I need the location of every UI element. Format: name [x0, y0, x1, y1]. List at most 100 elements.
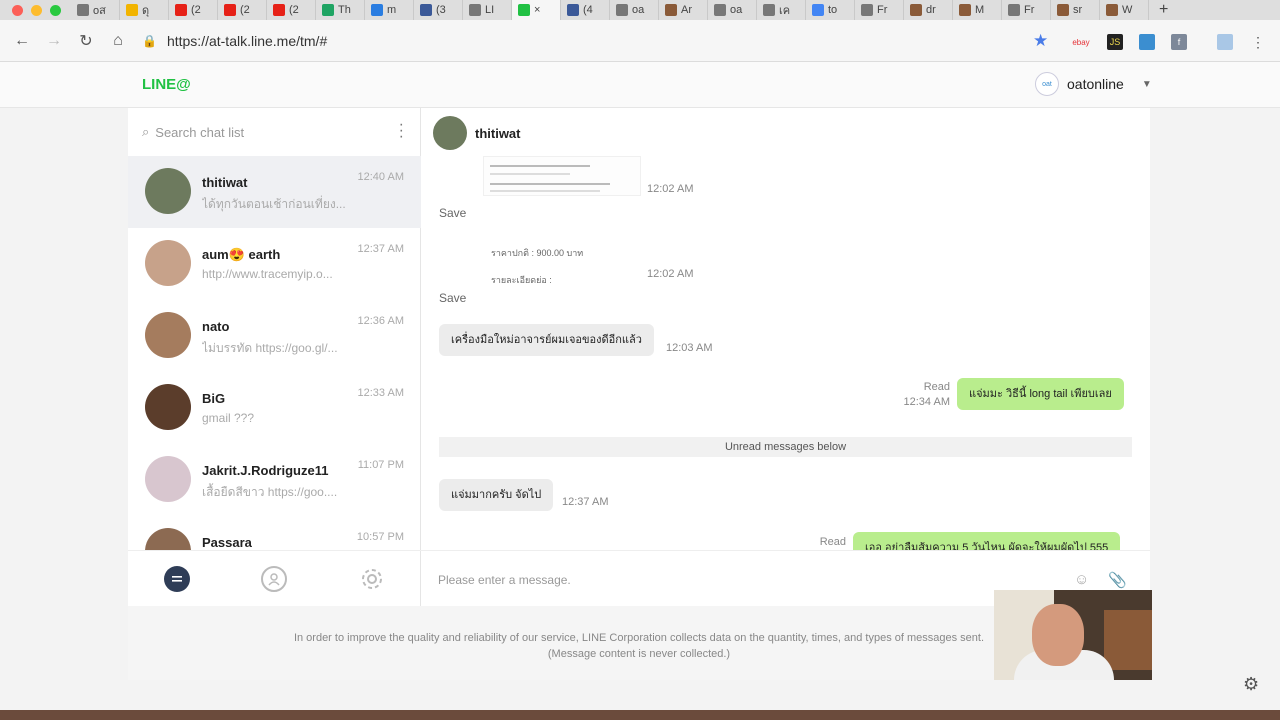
menu-dots-icon[interactable]: ⋮	[1250, 34, 1266, 50]
js-extension-icon[interactable]: JS	[1107, 34, 1123, 50]
tab-label: เค	[779, 5, 791, 17]
search-icon: ⌕	[142, 124, 150, 139]
reload-icon[interactable]: ↻	[70, 31, 102, 51]
message-time: 12:37 AM	[562, 496, 609, 508]
chat-list-item[interactable]: Passara 10:57 PM	[128, 516, 421, 550]
chat-list-item[interactable]: Jakrit.J.Rodriguze11 เสื้อยืดสีขาว https:…	[128, 444, 421, 516]
browser-tab[interactable]: เค	[757, 0, 806, 20]
browser-tab[interactable]: Fr	[1002, 0, 1051, 20]
emoji-icon	[126, 4, 138, 16]
tab-label: ×	[534, 4, 541, 16]
browser-tab[interactable]: (2	[218, 0, 267, 20]
tab-label: oส	[93, 5, 106, 17]
minimize-window-icon[interactable]	[31, 4, 42, 16]
chat-search[interactable]: ⌕ Search chat list · · ·	[128, 108, 420, 156]
store-icon	[910, 4, 922, 16]
chat-list-item[interactable]: nato ไม่บรรทัด https://goo.gl/... 12:36 AM	[128, 300, 421, 372]
close-window-icon[interactable]	[12, 4, 23, 16]
doc-icon	[77, 4, 89, 16]
unread-divider: Unread messages below	[439, 437, 1132, 457]
taskbar	[0, 710, 1280, 720]
browser-tab[interactable]: (3	[414, 0, 463, 20]
more-options-icon[interactable]: · · ·	[399, 117, 404, 145]
avatar	[145, 312, 191, 358]
browser-tab[interactable]: (2	[267, 0, 316, 20]
chats-nav-icon[interactable]	[163, 565, 190, 592]
browser-tab[interactable]: ×	[512, 0, 561, 20]
doc-icon	[714, 4, 726, 16]
settings-gear-icon[interactable]	[359, 566, 385, 592]
doc-icon	[616, 4, 628, 16]
search-input[interactable]: Search chat list	[155, 125, 244, 140]
tab-label: Fr	[1024, 4, 1035, 16]
incoming-message: เครื่องมือใหม่อาจารย์ผมเจอของดีอีกแล้ว	[439, 324, 654, 356]
browser-tab[interactable]: (4	[561, 0, 610, 20]
lock-icon: 🔒	[142, 33, 157, 48]
chevron-down-icon: ▼	[1141, 78, 1152, 90]
store-icon	[1106, 4, 1118, 16]
home-icon[interactable]: ⌂	[102, 32, 134, 50]
browser-tab[interactable]: oa	[708, 0, 757, 20]
line-at-logo[interactable]: LINE@	[142, 76, 191, 93]
outgoing-message: แจ่มมะ วิธีนี้ long tail เพียบเลย	[957, 378, 1124, 410]
emoji-icon[interactable]: ☺	[1074, 571, 1089, 588]
maximize-window-icon[interactable]	[50, 4, 61, 16]
settings-gear-icon[interactable]: ⚙	[1243, 674, 1259, 695]
account-menu[interactable]: oat oatonline ▼	[1035, 72, 1152, 96]
bookmark-star-icon[interactable]: ★	[1033, 31, 1048, 51]
app-header: LINE@ oat oatonline ▼	[0, 62, 1280, 108]
chat-name: nato	[202, 319, 230, 334]
facebook-extension-icon[interactable]: f	[1171, 34, 1187, 50]
contact-avatar[interactable]	[433, 116, 467, 150]
shipping-image-message[interactable]	[483, 156, 641, 196]
browser-tab[interactable]: sr	[1051, 0, 1100, 20]
chat-name: Passara	[202, 535, 252, 550]
outgoing-message: เออ อย่าลืมส้มความ 5 วันไหน ผัดจะให้ผมผั…	[853, 532, 1121, 550]
browser-tab[interactable]: (2	[169, 0, 218, 20]
browser-tab[interactable]: ดุ	[120, 0, 169, 20]
chat-list-item[interactable]: thitiwat ได้ทุกวันตอนเช้าก่อนเที่ยง... 12:…	[128, 156, 421, 228]
chat-sidebar: ⌕ Search chat list · · · thitiwat ได้ทุกวัน…	[128, 108, 421, 606]
chat-list-item[interactable]: aum😍 earth http://www.tracemyip.o... 12:37…	[128, 228, 421, 300]
browser-tab[interactable]: oส	[71, 0, 120, 20]
attach-icon[interactable]: 📎	[1108, 571, 1127, 589]
profile-extension-icon[interactable]	[1217, 34, 1233, 50]
line-at-icon	[518, 4, 530, 16]
browser-tab[interactable]: Ar	[659, 0, 708, 20]
browser-tab[interactable]: to	[806, 0, 855, 20]
tab-list: oส ดุ (2 (2 (2 Th m (3 LI × (4 oa Ar oa เค to Fr dr M Fr sr W	[71, 0, 1149, 20]
chat-name: Jakrit.J.Rodriguze11	[202, 463, 329, 478]
extension-icon[interactable]	[1139, 34, 1155, 50]
tab-label: M	[975, 4, 985, 16]
browser-tab[interactable]: W	[1100, 0, 1149, 20]
browser-tab[interactable]: LI	[463, 0, 512, 20]
chat-preview: เสื้อยืดสีขาว https://goo....	[202, 485, 338, 499]
forward-icon[interactable]: →	[38, 32, 70, 50]
browser-tab[interactable]: Th	[316, 0, 365, 20]
chat-time: 12:33 AM	[357, 387, 404, 399]
conversation-pane: thitiwat 12:02 AM Save ราคาปกติ : 900.00…	[421, 108, 1150, 606]
address-bar: ← → ↻ ⌂ 🔒 https://at-talk.line.me/tm/# ★…	[0, 20, 1280, 62]
message-input[interactable]: Please enter a message.	[438, 573, 571, 587]
ebay-extension-icon[interactable]: ebay	[1072, 34, 1089, 50]
tab-label: dr	[926, 4, 936, 16]
contacts-nav-icon[interactable]	[261, 565, 288, 592]
browser-tab[interactable]: oa	[610, 0, 659, 20]
chat-list-item[interactable]: BiG gmail ??? 12:33 AM	[128, 372, 421, 444]
save-link[interactable]: Save	[439, 206, 466, 220]
tab-label: Th	[338, 4, 351, 16]
browser-tab[interactable]: Fr	[855, 0, 904, 20]
browser-tab[interactable]: dr	[904, 0, 953, 20]
save-link[interactable]: Save	[439, 291, 466, 305]
browser-tab[interactable]: M	[953, 0, 1002, 20]
analytics-icon	[371, 4, 383, 16]
new-tab-button[interactable]: +	[1159, 1, 1168, 19]
detail-text: รายละเอียดย่อ :	[491, 275, 552, 285]
store-icon	[665, 4, 677, 16]
url-field[interactable]: 🔒 https://at-talk.line.me/tm/#	[142, 26, 1042, 56]
back-icon[interactable]: ←	[6, 32, 38, 50]
account-avatar: oat	[1035, 72, 1059, 96]
browser-tab[interactable]: m	[365, 0, 414, 20]
facebook-icon	[567, 4, 579, 16]
message-time: 12:02 AM	[647, 268, 694, 280]
